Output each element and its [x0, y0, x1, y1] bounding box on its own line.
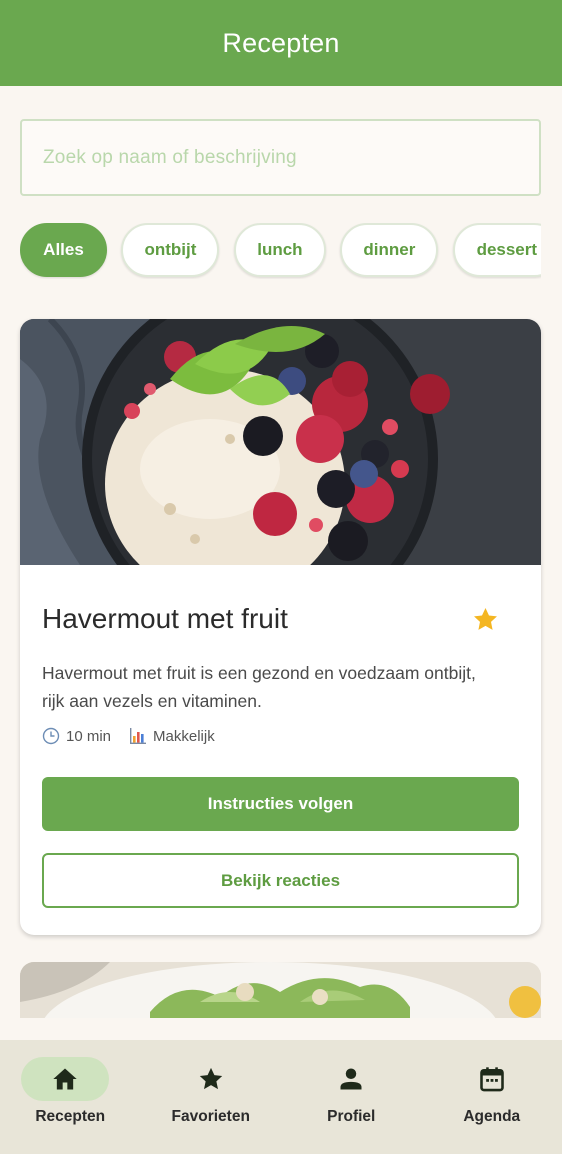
nav-label-agenda: Agenda — [463, 1108, 521, 1125]
nav-label-favorieten: Favorieten — [171, 1108, 250, 1125]
recipe-card[interactable]: Havermout met fruit Havermout met fruit … — [20, 319, 541, 935]
filter-chips: Alles ontbijt lunch dinner dessert — [20, 223, 541, 279]
recipe-time: 10 min — [66, 727, 112, 745]
nav-item-favorieten[interactable]: Favorieten — [141, 1040, 282, 1154]
home-icon — [53, 1068, 77, 1090]
nav-item-agenda[interactable]: Agenda — [422, 1040, 562, 1154]
search-input[interactable]: Zoek op naam of beschrijving — [20, 119, 541, 196]
recipe-difficulty: Makkelijk — [153, 727, 215, 745]
chip-alles[interactable]: Alles — [20, 223, 107, 277]
app-bar: Recepten — [0, 0, 562, 86]
clock-icon — [42, 727, 60, 745]
calendar-icon — [479, 1067, 504, 1092]
chip-dessert[interactable]: dessert — [452, 223, 541, 277]
view-comments-button[interactable]: Bekijk reacties — [42, 853, 519, 908]
person-icon — [340, 1068, 362, 1090]
bottom-navigation: Recepten Favorieten Profiel Agenda — [0, 1040, 562, 1154]
recipe-image — [20, 319, 541, 565]
recipe-image-next — [20, 962, 541, 1018]
difficulty-chart-icon — [130, 728, 147, 744]
chip-ontbijt[interactable]: ontbijt — [121, 223, 220, 277]
star-icon — [199, 1067, 222, 1090]
chip-lunch[interactable]: lunch — [233, 223, 326, 277]
follow-instructions-button[interactable]: Instructies volgen — [42, 777, 519, 831]
recipe-description: Havermout met fruit is een gezond en voe… — [42, 663, 476, 711]
nav-item-recepten[interactable]: Recepten — [0, 1040, 141, 1154]
recipe-title: Havermout met fruit — [42, 603, 288, 634]
favorite-star-icon[interactable] — [472, 606, 499, 633]
nav-item-profiel[interactable]: Profiel — [281, 1040, 422, 1154]
recipe-meta: 10 min Makkelijk — [42, 727, 215, 745]
nav-label-recepten: Recepten — [35, 1108, 106, 1125]
recipe-card-next[interactable] — [20, 962, 541, 1018]
search-placeholder: Zoek op naam of beschrijving — [43, 146, 297, 168]
chip-dinner[interactable]: dinner — [340, 223, 439, 277]
nav-label-profiel: Profiel — [327, 1108, 376, 1125]
page-title: Recepten — [222, 27, 340, 58]
